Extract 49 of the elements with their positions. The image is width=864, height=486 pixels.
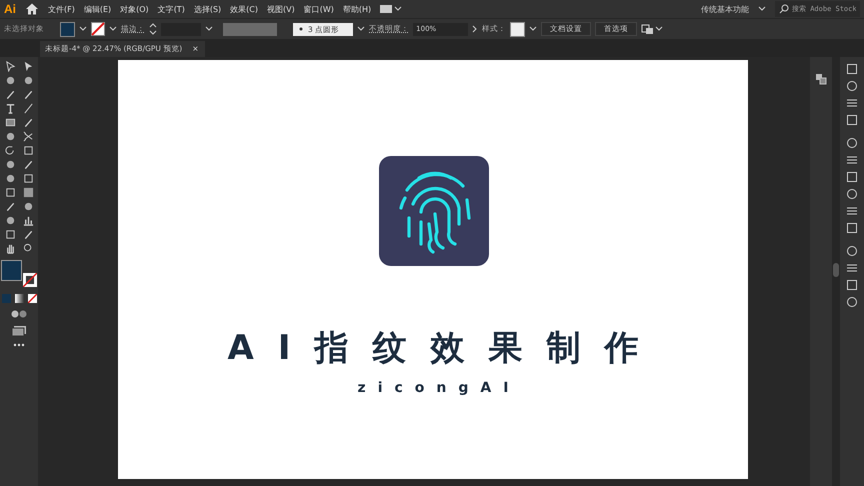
screen-mode-icon[interactable] [11,325,27,337]
more-icon[interactable] [13,343,25,347]
caret-icon[interactable] [79,26,87,32]
fill-color-box[interactable] [1,260,22,281]
rectangle-icon[interactable] [4,117,16,128]
app-logo[interactable]: Ai [4,2,16,16]
caret-icon[interactable] [205,26,213,32]
menu-item[interactable]: 视图(V) [266,4,295,14]
caret-icon[interactable] [529,26,538,32]
line-icon[interactable] [22,103,34,114]
variable-width-field[interactable] [223,22,277,36]
menu-item[interactable]: 选择(S) [194,4,222,14]
bar-graph-icon[interactable] [22,215,34,226]
arrange-icon[interactable] [641,23,664,35]
artboard-subtitle: zicongAI [356,380,520,396]
scissors-icon[interactable] [22,131,34,142]
none-mode-swatch[interactable] [28,294,36,303]
workspace-switcher[interactable]: 传统基本功能 [701,4,749,14]
menu-item[interactable]: 对象(O) [120,4,149,14]
fill-swatch[interactable] [60,22,75,36]
artboard-title: AI指纹效果制作 [226,328,662,368]
caret-icon[interactable] [357,26,366,32]
layout-icon[interactable] [380,4,402,14]
scroll-thumb[interactable] [833,263,839,277]
menu-item[interactable]: 文件(F) [48,4,75,14]
menu-item[interactable]: 窗口(W) [304,4,334,14]
menu-item[interactable]: 帮助(H) [342,4,372,14]
menu-item[interactable]: 编辑(E) [84,4,112,14]
gradient-mode-swatch[interactable] [14,294,24,303]
menu-item[interactable]: 效果(C) [230,4,258,14]
menu-item[interactable]: 文字(T) [158,4,185,14]
artboards-panel-icon[interactable] [815,73,827,85]
draw-mode-icon[interactable] [11,309,27,319]
style-swatch[interactable] [510,22,526,36]
stroke-none-swatch[interactable] [91,22,105,36]
dot-icon [299,27,303,31]
arrow-icon[interactable] [4,61,16,72]
search-icon [779,4,789,14]
stroke-none-box[interactable] [23,273,37,287]
zoom-icon[interactable] [22,243,34,254]
stepper-icon[interactable] [149,23,157,35]
caret-icon[interactable] [758,6,766,12]
caret-icon[interactable] [109,26,117,32]
chevron-icon[interactable] [472,25,478,33]
hand-icon[interactable] [4,243,16,254]
arrow-icon[interactable] [22,61,34,72]
rotate-icon[interactable] [4,145,16,156]
home-icon[interactable] [25,2,39,16]
color-mode-swatch[interactable] [2,294,10,303]
